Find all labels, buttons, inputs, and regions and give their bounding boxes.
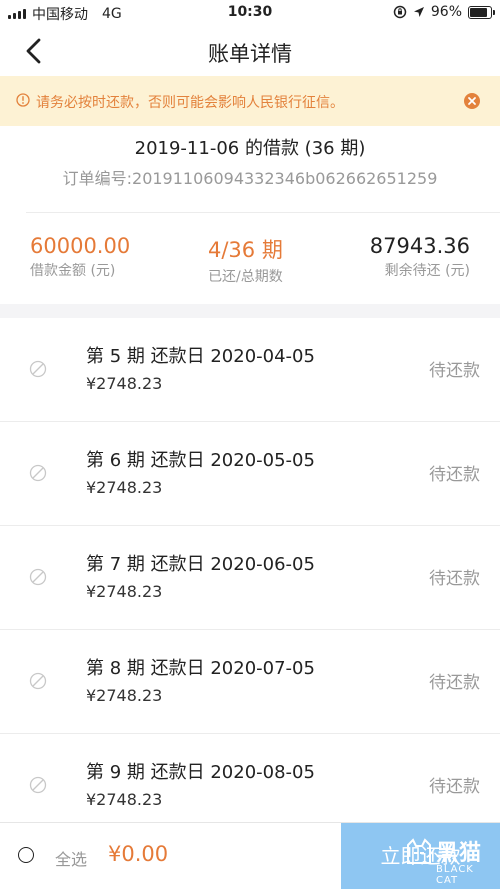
watermark-subtext: BLACK CAT [436,864,474,886]
disabled-checkbox-icon[interactable] [29,672,47,690]
installment-period: 第 9 期 还款日 2020-08-05 [86,762,315,783]
notice-text: 请务必按时还款，否则可能会影响人民银行征信。 [36,95,344,111]
remaining-stat: 87943.36 剩余待还 (元) [370,234,470,280]
battery-percent: 96% [430,4,462,20]
periods-label: 已还/总期数 [208,269,283,285]
installment-status: 待还款 [429,673,480,693]
installment-row[interactable]: 第 6 期 还款日 2020-05-05 ¥2748.23 待还款 [0,422,500,526]
installment-status: 待还款 [429,777,480,797]
loan-summary: 2019-11-06 的借款 (36 期) 订单编号:2019110609433… [0,126,500,304]
status-bar: 中国移动 4G 10:30 96% [0,0,500,26]
installment-amount: ¥2748.23 [86,374,163,393]
select-all-label[interactable]: 全选 [55,846,87,870]
page-title: 账单详情 [208,42,292,66]
installment-amount: ¥2748.23 [86,686,163,705]
periods-value: 4/36 期 [208,238,283,262]
bottom-bar: 全选 ¥0.00 立即还款 黑猫 BLACK CAT [0,822,500,889]
order-number: 20191106094332346b062662651259 [132,169,438,188]
installment-amount: ¥2748.23 [86,790,163,809]
installment-row[interactable]: 第 5 期 还款日 2020-04-05 ¥2748.23 待还款 [0,318,500,422]
black-cat-logo-icon [407,838,431,864]
loan-title: 2019-11-06 的借款 (36 期) [134,138,366,159]
loan-amount-value: 60000.00 [30,234,131,258]
lock-rotation-icon [393,5,407,19]
order-label: 订单编号: [62,169,133,188]
remaining-label: 剩余待还 (元) [384,263,470,279]
disabled-checkbox-icon[interactable] [29,464,47,482]
installment-status: 待还款 [429,465,480,485]
disabled-checkbox-icon[interactable] [29,776,47,794]
loan-amount-stat: 60000.00 借款金额 (元) [30,234,130,280]
location-arrow-icon [413,7,424,17]
installment-row[interactable]: 第 8 期 还款日 2020-07-05 ¥2748.23 待还款 [0,630,500,734]
selected-total: ¥0.00 [108,842,169,866]
notice-banner: 请务必按时还款，否则可能会影响人民银行征信。 [0,76,500,126]
status-right: 96% [393,4,495,20]
battery-icon [468,5,495,19]
installment-list: 第 5 期 还款日 2020-04-05 ¥2748.23 待还款 第 6 期 … [0,318,500,838]
info-icon [16,93,30,107]
installment-status: 待还款 [429,361,480,381]
installment-amount: ¥2748.23 [86,478,163,497]
divider [26,212,500,213]
close-icon[interactable] [464,93,480,109]
loan-amount-label: 借款金额 (元) [30,263,116,279]
installment-period: 第 8 期 还款日 2020-07-05 [86,658,315,679]
installment-period: 第 6 期 还款日 2020-05-05 [86,450,315,471]
select-all-radio[interactable] [18,847,34,863]
installment-period: 第 5 期 还款日 2020-04-05 [86,346,315,367]
installment-amount: ¥2748.23 [86,582,163,601]
installment-status: 待还款 [429,569,480,589]
disabled-checkbox-icon[interactable] [29,568,47,586]
remaining-value: 87943.36 [369,234,470,258]
installment-period: 第 7 期 还款日 2020-06-05 [86,554,315,575]
disabled-checkbox-icon[interactable] [29,360,47,378]
installment-row[interactable]: 第 7 期 还款日 2020-06-05 ¥2748.23 待还款 [0,526,500,630]
watermark-text: 黑猫 [436,841,483,866]
periods-stat: 4/36 期 已还/总期数 [208,234,283,286]
order-number-line: 订单编号:20191106094332346b062662651259 [0,165,500,189]
nav-bar: 账单详情 [0,26,500,76]
watermark: 黑猫 BLACK CAT [404,833,496,886]
